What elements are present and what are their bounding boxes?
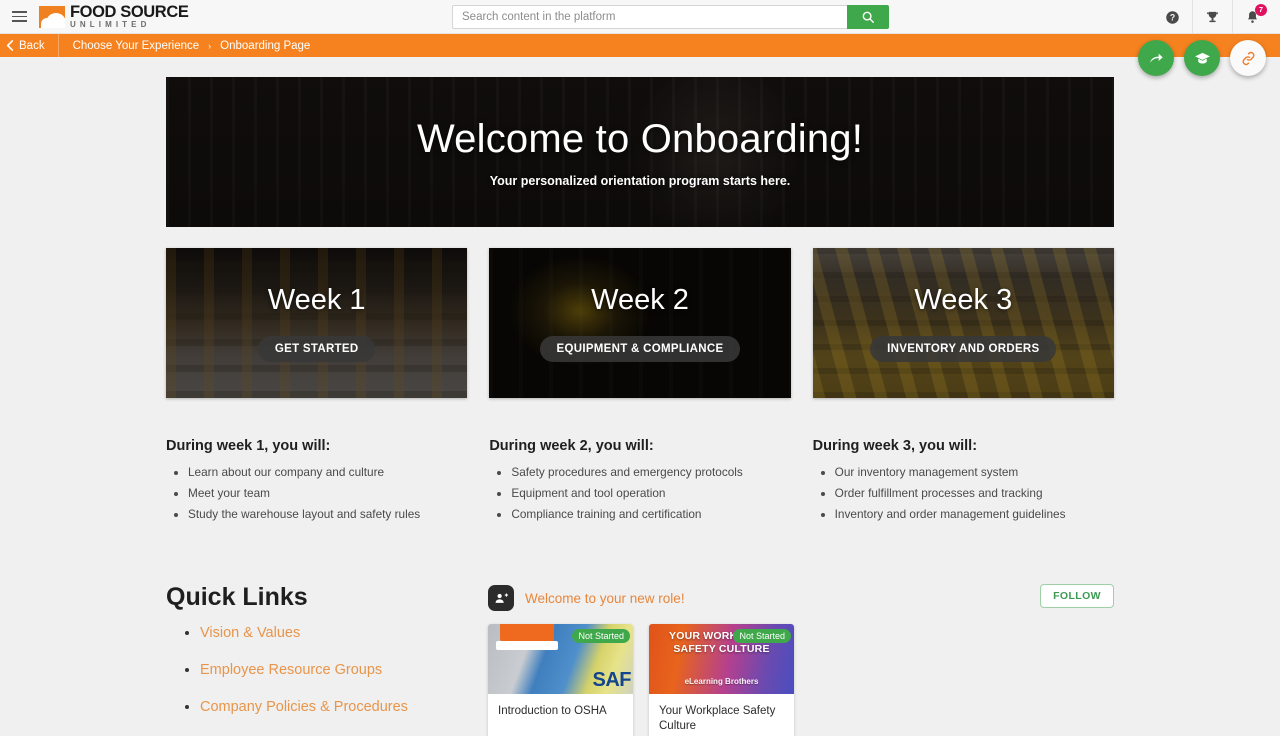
course-card-osha[interactable]: SAF Not Started Introduction to OSHA	[488, 624, 633, 736]
breadcrumb-separator-icon: ›	[208, 40, 212, 51]
week-card-3-button[interactable]: INVENTORY AND ORDERS	[870, 336, 1057, 362]
chevron-left-icon	[6, 40, 14, 51]
course-card-osha-title[interactable]: Introduction to OSHA	[498, 704, 623, 719]
course-cards: SAF Not Started Introduction to OSHA YOU…	[488, 624, 1114, 736]
share-fab-button[interactable]	[1138, 40, 1174, 76]
logo-subtitle: UNLIMITED	[70, 20, 151, 30]
page-content: Welcome to Onboarding! Your personalized…	[0, 57, 1280, 736]
list-item: Compliance training and certification	[511, 506, 790, 522]
bottom-section: Quick Links Vision & Values Employee Res…	[166, 583, 1114, 736]
graduation-cap-icon	[1194, 52, 1210, 63]
quick-links-panel: Quick Links Vision & Values Employee Res…	[166, 583, 488, 736]
week-1-details-title: During week 1, you will:	[166, 438, 331, 454]
list-item: Safety procedures and emergency protocol…	[511, 464, 790, 480]
search-input[interactable]	[452, 5, 847, 29]
trophy-icon	[1206, 11, 1219, 22]
search-button[interactable]	[847, 5, 889, 29]
list-item: Inventory and order management guideline…	[835, 506, 1114, 522]
back-label: Back	[19, 39, 45, 52]
week-2-details: During week 2, you will: Safety procedur…	[489, 438, 790, 527]
hamburger-menu-icon[interactable]	[4, 11, 34, 22]
list-item: Employee Resource Groups	[200, 661, 488, 679]
course-card-safety-culture[interactable]: YOUR WORKPLACE SAFETY CULTURE eLearning …	[649, 624, 794, 736]
week-card-2-button[interactable]: EQUIPMENT & COMPLIANCE	[539, 336, 741, 362]
floating-action-buttons	[1138, 40, 1266, 76]
help-button[interactable]: ?	[1152, 0, 1192, 34]
feed-title[interactable]: Welcome to your new role!	[525, 591, 685, 606]
course-card-osha-thumb-text: SAF	[592, 669, 632, 691]
quick-links-title: Quick Links	[166, 583, 308, 611]
course-card-safety-culture-brand: eLearning Brothers	[684, 677, 759, 686]
course-card-safety-culture-body: Your Workplace Safety Culture	[649, 694, 794, 736]
help-circle-icon: ?	[1165, 10, 1179, 24]
link-icon	[1242, 51, 1254, 65]
week-card-1[interactable]: Week 1 GET STARTED	[166, 248, 468, 398]
week-3-details: During week 3, you will: Our inventory m…	[813, 438, 1114, 527]
link-fab-button[interactable]	[1230, 40, 1266, 76]
notification-badge: 7	[1255, 4, 1267, 16]
avatar	[488, 585, 514, 611]
quick-link-company-policies[interactable]: Company Policies & Procedures	[200, 699, 408, 715]
week-cards: Week 1 GET STARTED Week 2 EQUIPMENT & CO…	[166, 248, 1114, 398]
top-bar: FOOD SOURCE UNLIMITED ?	[0, 0, 1280, 34]
feed-header: Welcome to your new role! FOLLOW	[488, 583, 1114, 613]
list-item: Our inventory management system	[835, 464, 1114, 480]
hero-banner: Welcome to Onboarding! Your personalized…	[166, 77, 1114, 227]
breadcrumb-item-onboarding[interactable]: Onboarding Page	[220, 40, 310, 52]
feed-panel: Welcome to your new role! FOLLOW SAF Not…	[488, 583, 1114, 736]
list-item: Learn about our company and culture	[188, 464, 467, 480]
course-card-osha-thumbnail: SAF Not Started	[488, 624, 633, 694]
logo-mark-icon	[39, 5, 65, 28]
notifications-button[interactable]: 7	[1232, 0, 1272, 34]
app-logo[interactable]: FOOD SOURCE UNLIMITED	[39, 2, 189, 30]
follow-button[interactable]: FOLLOW	[1040, 584, 1114, 608]
breadcrumb: Choose Your Experience › Onboarding Page	[59, 40, 311, 52]
course-card-safety-culture-thumbnail: YOUR WORKPLACE SAFETY CULTURE eLearning …	[649, 624, 794, 694]
add-people-icon	[495, 592, 508, 603]
week-card-1-title: Week 1	[267, 284, 366, 316]
hero-subtitle: Your personalized orientation program st…	[489, 173, 791, 188]
list-item: Vision & Values	[200, 624, 488, 642]
list-item: Study the warehouse layout and safety ru…	[188, 506, 467, 522]
course-card-safety-culture-title[interactable]: Your Workplace Safety Culture	[659, 704, 784, 734]
top-bar-icons: ? 7	[1152, 0, 1272, 34]
list-item: Order fulfillment processes and tracking	[835, 485, 1114, 501]
week-card-2-title: Week 2	[591, 284, 689, 316]
logo-name: FOOD SOURCE	[70, 2, 189, 21]
list-item: Company Policies & Procedures	[200, 698, 488, 716]
week-card-2[interactable]: Week 2 EQUIPMENT & COMPLIANCE	[489, 248, 791, 398]
quick-link-vision-values[interactable]: Vision & Values	[200, 625, 300, 641]
week-card-3-title: Week 3	[914, 284, 1013, 316]
status-badge: Not Started	[733, 629, 791, 643]
list-item: Equipment and tool operation	[511, 485, 790, 501]
share-arrow-icon	[1150, 53, 1163, 63]
breadcrumb-item-experience[interactable]: Choose Your Experience	[73, 40, 200, 52]
quick-link-employee-resource-groups[interactable]: Employee Resource Groups	[200, 662, 382, 678]
learning-fab-button[interactable]	[1184, 40, 1220, 76]
week-3-details-title: During week 3, you will:	[812, 438, 978, 454]
week-card-1-button[interactable]: GET STARTED	[257, 336, 376, 362]
search-bar	[452, 5, 889, 29]
week-details: During week 1, you will: Learn about our…	[166, 438, 1114, 527]
breadcrumb-bar: Back Choose Your Experience › Onboarding…	[0, 34, 1280, 76]
page-title: Welcome to Onboarding!	[416, 116, 864, 161]
back-button[interactable]: Back	[0, 34, 59, 57]
week-1-details: During week 1, you will: Learn about our…	[166, 438, 467, 527]
status-badge: Not Started	[572, 629, 630, 643]
search-icon	[862, 11, 874, 23]
list-item: Meet your team	[188, 485, 467, 501]
week-2-details-title: During week 2, you will:	[489, 438, 654, 454]
course-card-osha-body: Introduction to OSHA	[488, 694, 633, 736]
svg-text:?: ?	[1169, 12, 1174, 22]
week-card-3[interactable]: Week 3 INVENTORY AND ORDERS	[812, 248, 1114, 398]
achievements-button[interactable]	[1192, 0, 1232, 34]
